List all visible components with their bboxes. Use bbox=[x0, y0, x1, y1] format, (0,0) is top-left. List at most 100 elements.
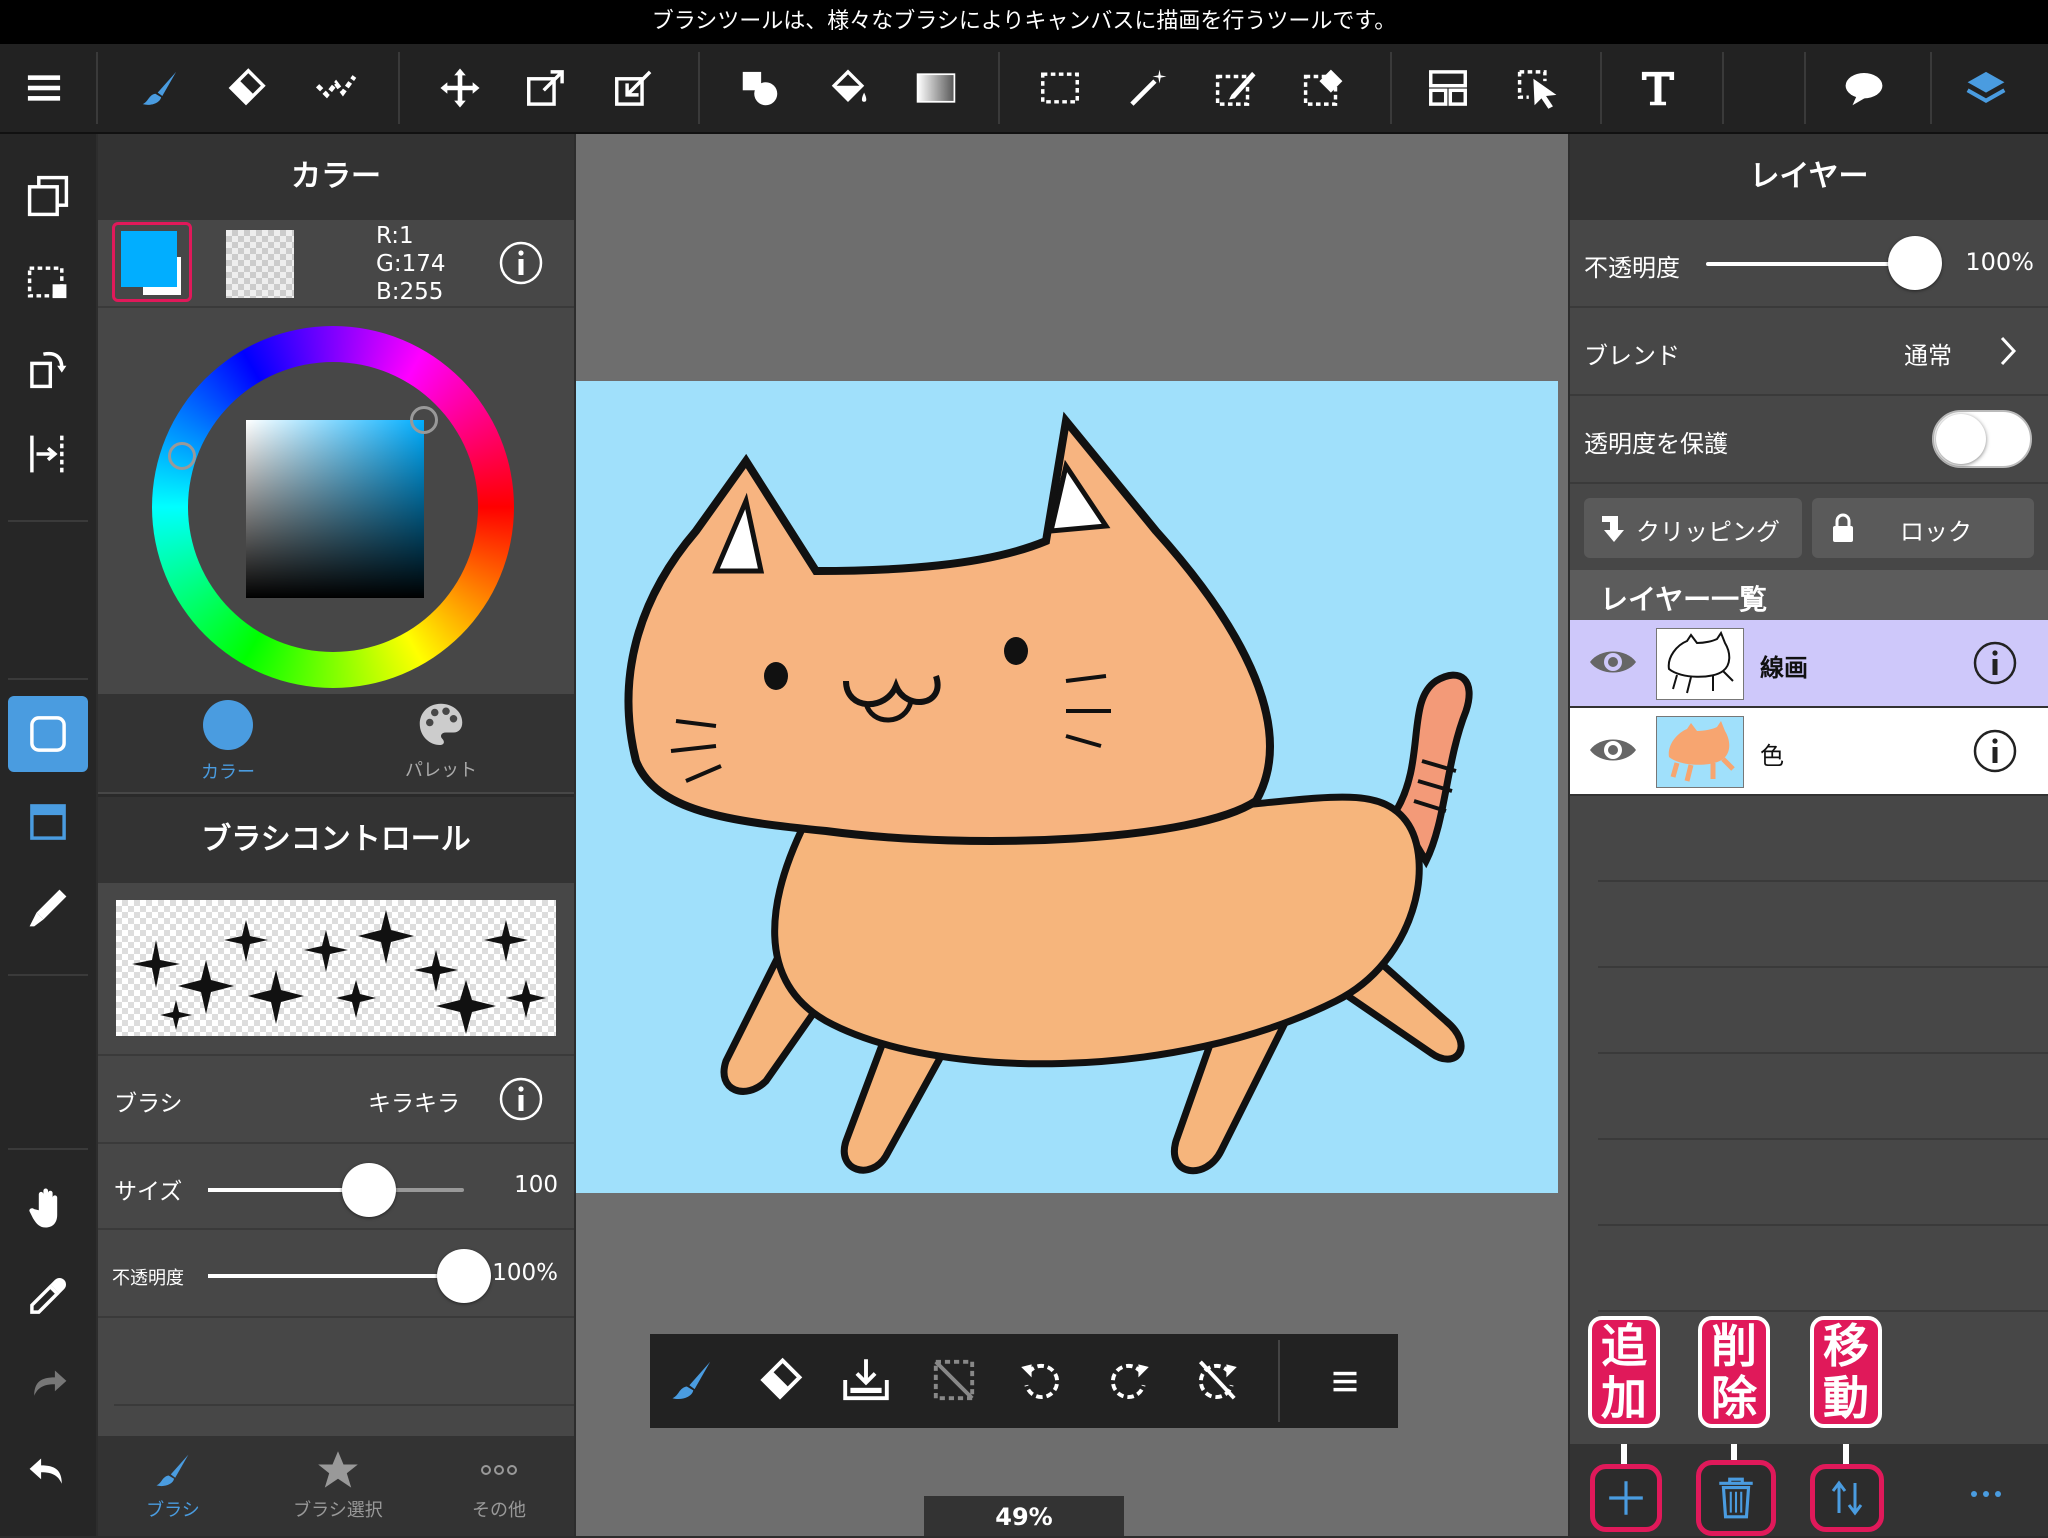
quick-eraser-icon[interactable] bbox=[754, 1354, 806, 1410]
chevron-right-icon bbox=[1994, 334, 2022, 372]
layer-list-title: レイヤー一覧 bbox=[1600, 583, 1768, 616]
visibility-eye-icon[interactable] bbox=[1588, 644, 1638, 680]
canvas-area[interactable]: 49% bbox=[576, 134, 1568, 1536]
layer-panel-title: レイヤー bbox=[1570, 134, 2048, 220]
transform-icon[interactable] bbox=[516, 58, 576, 118]
eyedropper-icon[interactable] bbox=[8, 1258, 88, 1334]
tab-other[interactable]: その他 bbox=[444, 1448, 554, 1522]
size-slider-knob[interactable] bbox=[342, 1163, 397, 1217]
fit-transform-icon[interactable] bbox=[604, 58, 664, 118]
quick-toolbar bbox=[650, 1334, 1398, 1428]
sv-picker-handle[interactable] bbox=[410, 406, 438, 434]
brush-panel-title: ブラシコントロール bbox=[98, 794, 574, 883]
color-row: R:1 G:174 B:255 bbox=[98, 220, 574, 308]
move-icon[interactable] bbox=[430, 58, 490, 118]
add-layer-button[interactable] bbox=[1590, 1464, 1662, 1532]
tab-palette-label: パレット bbox=[405, 760, 477, 781]
layer-opacity-knob[interactable] bbox=[1888, 236, 1942, 290]
brush-info-icon[interactable] bbox=[498, 1076, 544, 1126]
size-label: サイズ bbox=[114, 1179, 183, 1205]
rotate-icon[interactable] bbox=[8, 330, 88, 406]
menu-icon[interactable] bbox=[14, 58, 74, 118]
brush-opacity-value: 100% bbox=[492, 1260, 558, 1286]
layer-more-icon[interactable] bbox=[1962, 1478, 2010, 1510]
flip-icon[interactable] bbox=[8, 416, 88, 492]
layer-panel: レイヤー 不透明度 100% ブレンド 通常 透明度を保護 クリッピング ロック… bbox=[1570, 134, 2048, 1536]
quick-brush-icon[interactable] bbox=[666, 1354, 718, 1410]
secondary-color-swatch[interactable] bbox=[226, 230, 294, 298]
size-slider[interactable] bbox=[208, 1188, 464, 1192]
rgb-readout: R:1 G:174 B:255 bbox=[376, 222, 445, 306]
layer-thumbnail-lineart bbox=[1656, 628, 1744, 700]
layers-icon[interactable] bbox=[1956, 58, 2016, 118]
plus-icon bbox=[1609, 1481, 1643, 1515]
color-panel-title: カラー bbox=[98, 134, 574, 220]
layer-info-icon[interactable] bbox=[1972, 728, 2018, 774]
layer-row[interactable]: 色 bbox=[1570, 708, 2048, 796]
hand-icon[interactable] bbox=[8, 1170, 88, 1246]
color-tab-icon bbox=[203, 700, 253, 750]
saturation-value-square[interactable] bbox=[246, 420, 424, 598]
layer-row[interactable]: 線画 bbox=[1570, 620, 2048, 708]
layer-name: 色 bbox=[1760, 742, 1784, 770]
protect-alpha-row: 透明度を保護 bbox=[1570, 396, 2048, 484]
tab-color[interactable]: カラー bbox=[198, 700, 258, 784]
blend-row[interactable]: ブレンド 通常 bbox=[1570, 308, 2048, 396]
left-panel: カラー R:1 G:174 B:255 カラー パレット ブラシコントロール ブ… bbox=[98, 134, 574, 1536]
layer-duplicate-icon[interactable] bbox=[8, 158, 88, 234]
move-layer-button[interactable] bbox=[1810, 1464, 1884, 1532]
tab-brush[interactable]: ブラシ bbox=[118, 1448, 228, 1522]
layer-info-icon[interactable] bbox=[1972, 640, 2018, 686]
brush-icon[interactable] bbox=[130, 58, 190, 118]
panel-toggle-icon[interactable] bbox=[8, 784, 88, 860]
tab-palette[interactable]: パレット bbox=[398, 700, 484, 782]
select-pointer-icon[interactable] bbox=[1508, 58, 1568, 118]
undo-icon[interactable] bbox=[8, 1432, 88, 1508]
quick-menu-icon[interactable] bbox=[1322, 1358, 1368, 1408]
cat-illustration bbox=[624, 411, 1473, 1175]
color-info-icon[interactable] bbox=[498, 240, 544, 290]
protect-alpha-toggle[interactable] bbox=[1932, 410, 2032, 468]
frame-divider-icon[interactable] bbox=[1418, 58, 1478, 118]
speech-bubble-icon[interactable] bbox=[1834, 58, 1894, 118]
shape-fill-icon[interactable] bbox=[730, 58, 790, 118]
current-color-swatch[interactable] bbox=[112, 222, 192, 302]
left-rail bbox=[0, 134, 96, 1536]
tab-other-label: その他 bbox=[472, 1500, 526, 1521]
redo-icon[interactable] bbox=[8, 1344, 88, 1420]
clipping-button[interactable]: クリッピング bbox=[1584, 498, 1802, 558]
gradient-icon[interactable] bbox=[906, 58, 966, 118]
select-pen-icon[interactable] bbox=[1206, 58, 1266, 118]
lock-button[interactable]: ロック bbox=[1812, 498, 2034, 558]
hue-picker-handle[interactable] bbox=[168, 442, 196, 470]
brush-tool-icon[interactable] bbox=[8, 696, 88, 772]
select-eraser-icon[interactable] bbox=[1294, 58, 1354, 118]
quick-undo-icon[interactable] bbox=[1016, 1354, 1068, 1410]
quick-import-icon[interactable] bbox=[840, 1354, 892, 1410]
trash-icon bbox=[1719, 1477, 1753, 1519]
quick-rotate-reset-icon[interactable] bbox=[1190, 1354, 1242, 1410]
brush-opacity-knob[interactable] bbox=[437, 1249, 491, 1303]
annotation-add: 追加 bbox=[1588, 1316, 1660, 1428]
brush-name[interactable]: キラキラ bbox=[368, 1084, 460, 1118]
quick-redo-icon[interactable] bbox=[1102, 1354, 1154, 1410]
selection-icon[interactable] bbox=[8, 244, 88, 320]
rect-select-icon[interactable] bbox=[1030, 58, 1090, 118]
lock-label: ロック bbox=[1900, 518, 1972, 546]
brush-opacity-slider[interactable] bbox=[208, 1274, 464, 1278]
layer-opacity-value: 100% bbox=[1965, 248, 2034, 276]
quick-deselect-icon[interactable] bbox=[928, 1354, 980, 1410]
blend-label: ブレンド bbox=[1584, 342, 1680, 370]
artwork-canvas[interactable] bbox=[576, 381, 1558, 1193]
brush-bottom-tabs: ブラシ ブラシ選択 その他 bbox=[98, 1436, 574, 1536]
visibility-eye-icon[interactable] bbox=[1588, 732, 1638, 768]
smudge-icon[interactable] bbox=[306, 58, 366, 118]
tab-brush-select[interactable]: ブラシ選択 bbox=[278, 1448, 398, 1522]
layer-list-header: レイヤー一覧 bbox=[1570, 570, 2048, 620]
delete-layer-button[interactable] bbox=[1696, 1460, 1776, 1536]
magic-wand-icon[interactable] bbox=[1118, 58, 1178, 118]
text-icon[interactable] bbox=[1628, 58, 1688, 118]
bucket-icon[interactable] bbox=[818, 58, 878, 118]
eraser-icon[interactable] bbox=[216, 58, 276, 118]
pen-icon[interactable] bbox=[8, 870, 88, 946]
